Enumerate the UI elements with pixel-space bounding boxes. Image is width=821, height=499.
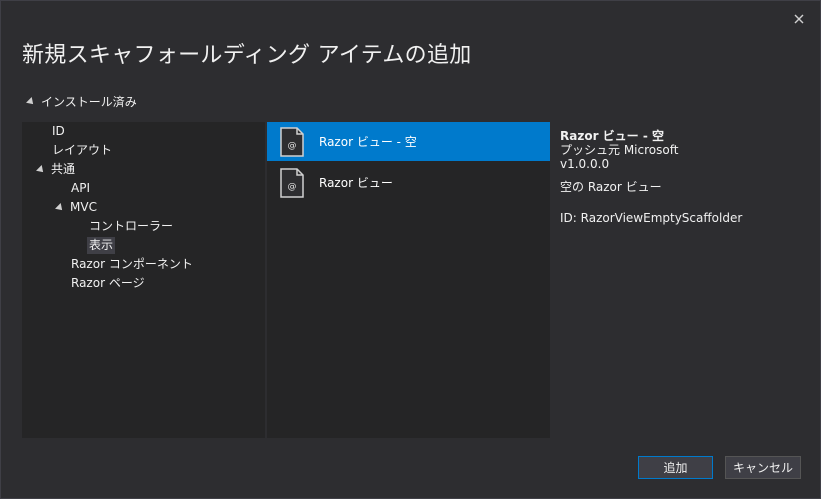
razor-file-icon: @ (280, 126, 304, 157)
tree-item-view[interactable]: 表示 (87, 237, 116, 254)
tree-item-mvc[interactable]: MVC (55, 199, 97, 216)
tree-item-common[interactable]: 共通 (36, 161, 76, 178)
svg-text:@: @ (288, 141, 297, 151)
tree-item-label: API (71, 181, 90, 195)
expand-triangle-icon[interactable] (26, 96, 36, 107)
template-label: Razor ビュー (319, 176, 393, 190)
template-item-razor-view[interactable]: @ Razor ビュー (267, 163, 550, 202)
tree-item-label: MVC (70, 200, 97, 214)
dialog-title: 新規スキャフォールディング アイテムの追加 (22, 43, 472, 68)
details-id: ID: RazorViewEmptyScaffolder (560, 211, 743, 225)
details-panel: Razor ビュー - 空 プッシュ元 Microsoft v1.0.0.0 空… (552, 122, 816, 438)
template-item-razor-view-empty[interactable]: @ Razor ビュー - 空 (267, 122, 550, 161)
cancel-button[interactable]: キャンセル (725, 456, 801, 479)
installed-label: インストール済み (41, 95, 137, 109)
tree-item-layout[interactable]: レイアウト (52, 142, 112, 159)
expand-triangle-icon[interactable] (55, 202, 65, 213)
tree-item-label: 共通 (51, 162, 76, 176)
tree-item-razor-component[interactable]: Razor コンポーネント (71, 256, 193, 273)
tree-item-label: Razor ページ (71, 276, 145, 290)
close-button[interactable] (792, 12, 806, 26)
tree-item-api[interactable]: API (71, 180, 90, 197)
svg-text:@: @ (288, 182, 297, 192)
add-button[interactable]: 追加 (638, 456, 713, 479)
tree-item-label: レイアウト (52, 143, 113, 157)
tree-item-label: Razor コンポーネント (71, 257, 193, 271)
tree-item-label: ID (52, 124, 65, 138)
expand-triangle-icon[interactable] (36, 164, 46, 175)
tree-item-id[interactable]: ID (52, 123, 65, 140)
details-description: 空の Razor ビュー (560, 180, 662, 194)
tree-item-label: 表示 (87, 237, 116, 254)
tree-item-razor-page[interactable]: Razor ページ (71, 275, 145, 292)
razor-file-icon: @ (280, 167, 304, 198)
category-tree: ID レイアウト 共通 API MVC コントローラー 表示 Razor コンポ… (22, 122, 265, 438)
details-version: v1.0.0.0 (560, 157, 610, 171)
details-name: Razor ビュー - 空 (560, 129, 664, 143)
details-publisher: プッシュ元 Microsoft (560, 143, 679, 157)
add-scaffold-dialog: 新規スキャフォールディング アイテムの追加 インストール済み ID レイアウト … (0, 0, 821, 499)
template-list: @ Razor ビュー - 空 @ Razor ビュー (267, 122, 550, 438)
installed-node[interactable]: インストール済み (26, 93, 137, 110)
template-label: Razor ビュー - 空 (319, 135, 417, 149)
tree-item-label: コントローラー (89, 219, 174, 233)
tree-item-controller[interactable]: コントローラー (89, 218, 173, 235)
close-icon (794, 14, 804, 24)
